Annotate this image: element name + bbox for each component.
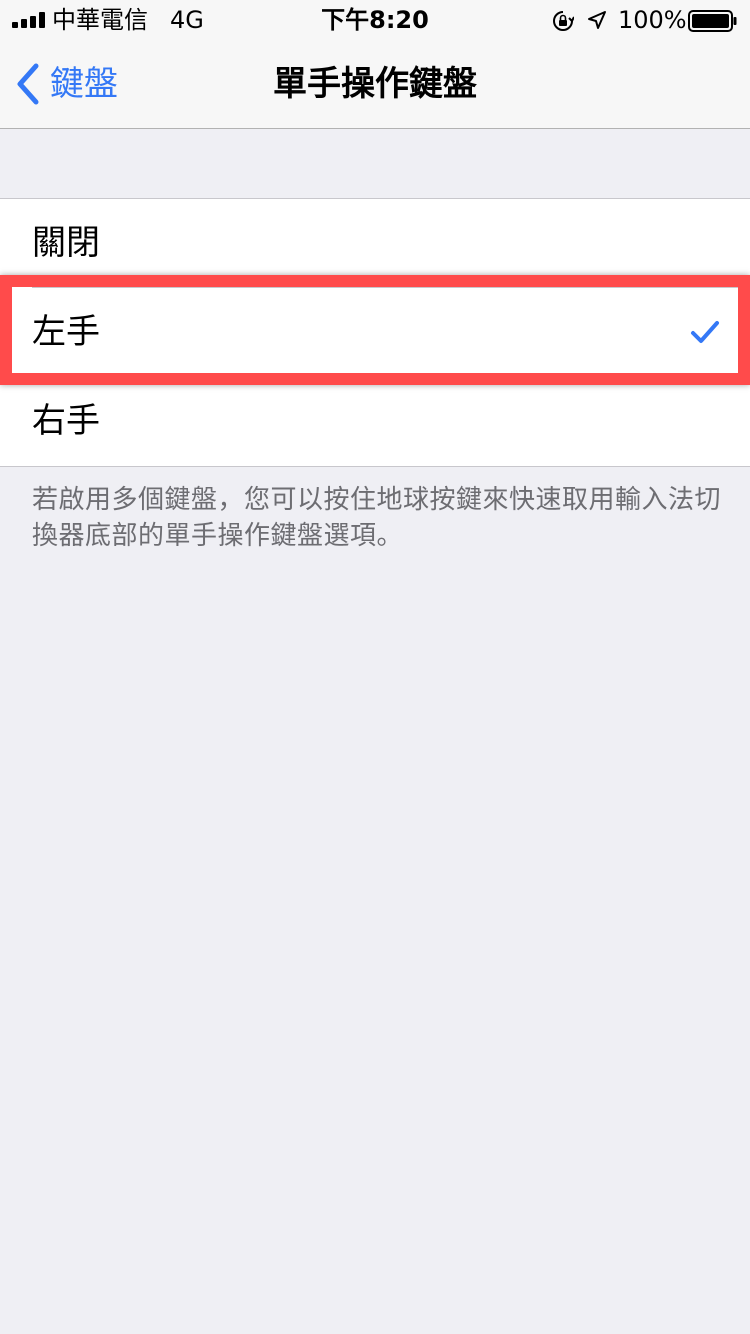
option-label: 關閉 [32,223,100,263]
navigation-bar: 鍵盤 單手操作鍵盤 [0,40,750,129]
status-bar: 中華電信 4G 下午8:20 100% [0,0,750,40]
checkmark-icon [691,321,719,343]
chevron-left-icon [17,63,39,105]
option-off[interactable]: 關閉 [0,199,750,288]
battery-icon [688,10,737,32]
back-button[interactable]: 鍵盤 [14,40,118,128]
option-label: 左手 [32,312,100,352]
option-right-hand[interactable]: 右手 [0,377,750,466]
option-label: 右手 [32,401,100,441]
rotation-lock-icon [553,11,574,31]
back-label: 鍵盤 [50,64,118,104]
location-icon [588,11,606,29]
options-group: 關閉 左手 右手 [0,198,750,467]
battery-percent: 100% [618,6,687,34]
footer-note: 若啟用多個鍵盤，您可以按住地球按鍵來快速取用輸入法切換器底部的單手操作鍵盤選項。 [32,485,722,551]
option-left-hand[interactable]: 左手 [0,288,750,377]
